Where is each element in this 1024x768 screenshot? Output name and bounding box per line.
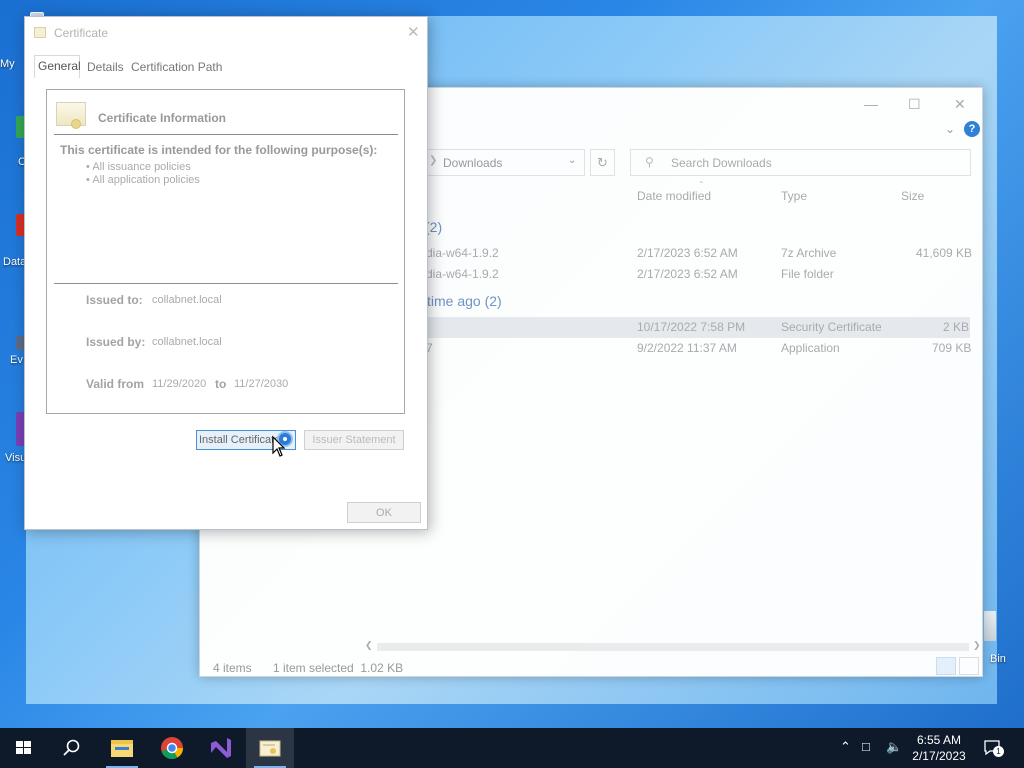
search-icon: ⚲	[645, 155, 654, 169]
scroll-right-arrow-icon[interactable]: ❯	[973, 640, 981, 651]
taskbar-clock[interactable]: 6:55 AM 2/17/2023	[905, 732, 973, 764]
file-date: 10/17/2022 7:58 PM	[637, 320, 746, 334]
file-date: 2/17/2023 6:52 AM	[637, 267, 738, 281]
issued-by-label: Issued by:	[86, 335, 146, 349]
start-button[interactable]	[0, 728, 48, 768]
column-header-size[interactable]: Size	[901, 189, 924, 203]
tab-general[interactable]: General	[34, 55, 81, 78]
status-selection: 1 item selected 1.02 KB	[273, 661, 404, 675]
purpose-item: • All issuance policies	[86, 161, 191, 173]
windows-logo-icon	[16, 741, 31, 754]
file-size: 2 KB	[943, 320, 970, 334]
details-view-button[interactable]	[936, 657, 956, 675]
maximize-button[interactable]: ☐	[908, 96, 921, 113]
valid-from-value: 11/29/2020	[152, 378, 207, 390]
info-title: Certificate Information	[98, 111, 227, 125]
button-label: OK	[376, 507, 392, 519]
tab-label: Details	[87, 60, 124, 74]
scroll-left-arrow-icon[interactable]: ❮	[365, 640, 373, 651]
clock-date: 2/17/2023	[912, 749, 966, 763]
purpose-text: All application policies	[92, 174, 200, 186]
volume-icon[interactable]: 🔈	[886, 739, 902, 755]
clock-time: 6:55 AM	[916, 733, 962, 747]
taskbar: ⌃ □ 🔈 6:55 AM 2/17/2023 1	[0, 728, 1024, 768]
purpose-item: • All application policies	[86, 174, 200, 186]
taskbar-visual-studio[interactable]	[196, 728, 244, 768]
button-label: Issuer Statement	[312, 434, 396, 446]
file-size: 41,609 KB	[916, 246, 973, 260]
certificate-badge-icon	[56, 102, 86, 129]
file-type: Security Certificate	[781, 320, 882, 334]
issued-to-label: Issued to:	[86, 293, 143, 307]
network-icon[interactable]: □	[862, 739, 870, 754]
file-type: Application	[781, 341, 840, 355]
refresh-button[interactable]: ↻	[590, 149, 615, 176]
column-header-type[interactable]: Type	[781, 189, 807, 203]
divider	[54, 283, 398, 284]
search-input[interactable]: ⚲ Search Downloads	[630, 149, 971, 176]
taskbar-file-explorer[interactable]	[98, 728, 146, 768]
breadcrumb-chevron-icon[interactable]: ❯	[429, 155, 437, 166]
help-icon[interactable]: ?	[964, 121, 980, 137]
desktop-icon-label: Bin	[990, 653, 1006, 665]
visual-studio-icon	[211, 738, 231, 758]
recycle-bin-icon	[984, 611, 996, 641]
certificate-icon	[259, 740, 281, 757]
tab-certification-path[interactable]: Certification Path	[131, 57, 222, 77]
issued-to-value: collabnet.local	[152, 294, 222, 306]
address-bar[interactable]: Downloads	[425, 149, 585, 176]
sort-caret-icon: ⌃	[698, 180, 705, 189]
address-dropdown-chevron-icon[interactable]: ⌄	[568, 155, 576, 166]
address-current-folder[interactable]: Downloads	[443, 156, 502, 170]
notification-count-badge: 1	[993, 746, 1004, 757]
certificate-info-panel: Certificate Information This certificate…	[46, 89, 405, 414]
valid-from-label: Valid from	[86, 377, 145, 391]
certificate-icon	[34, 27, 46, 38]
folder-icon	[111, 740, 133, 757]
large-icons-view-button[interactable]	[959, 657, 979, 675]
desktop-icon-label: My	[0, 58, 15, 70]
group-header-long-time-ago[interactable]: time ago (2)	[427, 293, 502, 309]
close-icon[interactable]: ✕	[407, 23, 420, 41]
issuer-statement-button[interactable]: Issuer Statement	[304, 430, 404, 450]
file-name[interactable]: dia-w64-1.9.2	[426, 267, 499, 281]
search-icon	[63, 739, 80, 756]
dialog-titlebar[interactable]: Certificate ✕	[25, 17, 427, 49]
action-center-button[interactable]: 1	[983, 739, 1004, 757]
file-name[interactable]: dia-w64-1.9.2	[426, 246, 499, 260]
file-date: 9/2/2022 11:37 AM	[637, 341, 737, 355]
minimize-button[interactable]: —	[864, 96, 878, 112]
tab-label: General	[38, 59, 81, 73]
file-size: 709 KB	[932, 341, 972, 355]
close-button[interactable]: ✕	[954, 96, 966, 113]
desktop-icon-recycle-bin[interactable]: Bin	[982, 605, 1022, 667]
tab-details[interactable]: Details	[87, 57, 124, 77]
divider	[54, 134, 398, 135]
mouse-cursor-icon	[272, 436, 286, 457]
taskbar-certificate[interactable]	[246, 728, 294, 768]
horizontal-scrollbar[interactable]: ❮ ❯	[365, 640, 981, 653]
dialog-title: Certificate	[54, 26, 109, 40]
show-hidden-icons-chevron-icon[interactable]: ⌃	[840, 739, 851, 755]
file-date: 2/17/2023 6:52 AM	[637, 246, 738, 260]
scrollbar-track[interactable]	[377, 643, 969, 651]
ribbon-expand-chevron-icon[interactable]: ⌄	[945, 122, 955, 136]
purpose-text: All issuance policies	[92, 161, 191, 173]
file-type: File folder	[781, 267, 834, 281]
column-header-date-modified[interactable]: Date modified	[637, 189, 711, 203]
search-placeholder: Search Downloads	[671, 156, 772, 170]
certificate-dialog[interactable]: Certificate ✕ General Details Certificat…	[24, 16, 428, 530]
file-type: 7z Archive	[781, 246, 837, 260]
purpose-heading: This certificate is intended for the fol…	[60, 143, 378, 157]
status-item-count: 4 items	[213, 661, 252, 675]
taskbar-search-button[interactable]	[48, 728, 96, 768]
taskbar-chrome[interactable]	[148, 728, 196, 768]
valid-to-value: 11/27/2030	[234, 378, 289, 390]
refresh-icon: ↻	[597, 155, 608, 170]
issued-by-value: collabnet.local	[152, 336, 222, 348]
tab-label: Certification Path	[131, 60, 223, 74]
valid-to-label: to	[215, 377, 227, 391]
ok-button[interactable]: OK	[347, 502, 421, 523]
chrome-icon	[161, 737, 183, 760]
